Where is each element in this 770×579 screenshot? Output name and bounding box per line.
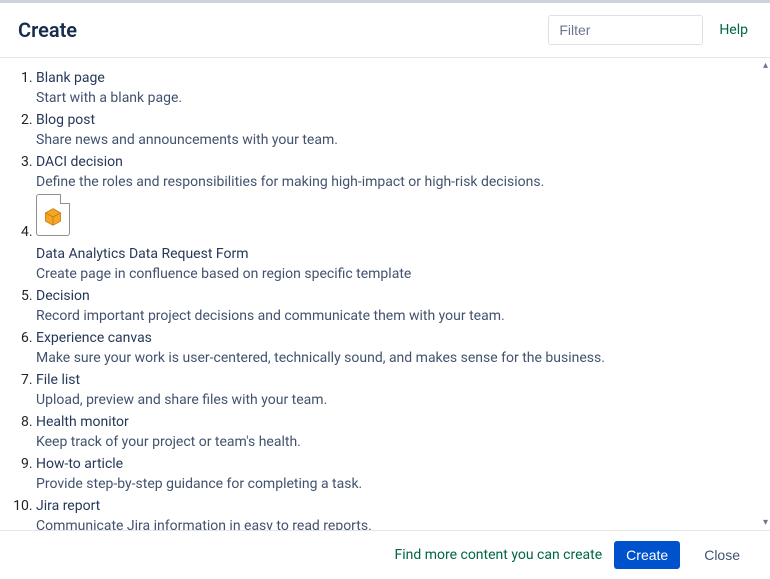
template-item[interactable]: Health monitorKeep track of your project… [36, 412, 762, 452]
template-item[interactable]: How-to articleProvide step-by-step guida… [36, 454, 762, 494]
template-item[interactable]: Jira reportCommunicate Jira information … [36, 496, 762, 530]
create-button[interactable]: Create [614, 541, 680, 569]
create-dialog: Create Help ▴ Blank pageStart with a bla… [0, 0, 770, 579]
template-description: Make sure your work is user-centered, te… [36, 348, 762, 368]
template-name[interactable]: Health monitor [36, 412, 129, 432]
help-link[interactable]: Help [715, 22, 752, 38]
template-item[interactable]: Blog postShare news and announcements wi… [36, 110, 762, 150]
template-description: Share news and announcements with your t… [36, 130, 762, 150]
template-name[interactable]: Experience canvas [36, 328, 152, 348]
close-button[interactable]: Close [692, 541, 752, 569]
template-name[interactable]: Blog post [36, 110, 95, 130]
template-name[interactable]: Decision [36, 286, 90, 306]
template-item[interactable]: Data Analytics Data Request FormCreate p… [36, 194, 762, 284]
template-description: Communicate Jira information in easy to … [36, 516, 762, 530]
template-name[interactable]: How-to article [36, 454, 123, 474]
template-list: Blank pageStart with a blank page.Blog p… [8, 68, 762, 530]
dialog-title: Create [18, 18, 77, 42]
template-description: Upload, preview and share files with you… [36, 390, 762, 410]
template-description: Start with a blank page. [36, 88, 762, 108]
dialog-header: Create Help [0, 3, 770, 58]
template-name[interactable]: Blank page [36, 68, 105, 88]
filter-input[interactable] [548, 15, 703, 45]
dialog-footer: Find more content you can create Create … [0, 530, 770, 579]
template-name[interactable]: DACI decision [36, 152, 123, 172]
template-description: Create page in confluence based on regio… [36, 264, 762, 284]
template-scroll-area[interactable]: Blank pageStart with a blank page.Blog p… [0, 58, 770, 530]
template-name[interactable]: File list [36, 370, 80, 390]
template-item[interactable]: Experience canvasMake sure your work is … [36, 328, 762, 368]
dialog-body: ▴ Blank pageStart with a blank page.Blog… [0, 58, 770, 530]
template-description: Define the roles and responsibilities fo… [36, 172, 762, 192]
template-description: Record important project decisions and c… [36, 306, 762, 326]
template-name[interactable]: Jira report [36, 496, 100, 516]
template-name[interactable]: Data Analytics Data Request Form [36, 244, 249, 264]
template-description: Provide step-by-step guidance for comple… [36, 474, 762, 494]
template-item[interactable]: File listUpload, preview and share files… [36, 370, 762, 410]
template-description: Keep track of your project or team's hea… [36, 432, 762, 452]
template-item[interactable]: DecisionRecord important project decisio… [36, 286, 762, 326]
package-file-icon [36, 194, 762, 240]
find-more-link[interactable]: Find more content you can create [394, 547, 602, 563]
template-item[interactable]: DACI decisionDefine the roles and respon… [36, 152, 762, 192]
template-item[interactable]: Blank pageStart with a blank page. [36, 68, 762, 108]
